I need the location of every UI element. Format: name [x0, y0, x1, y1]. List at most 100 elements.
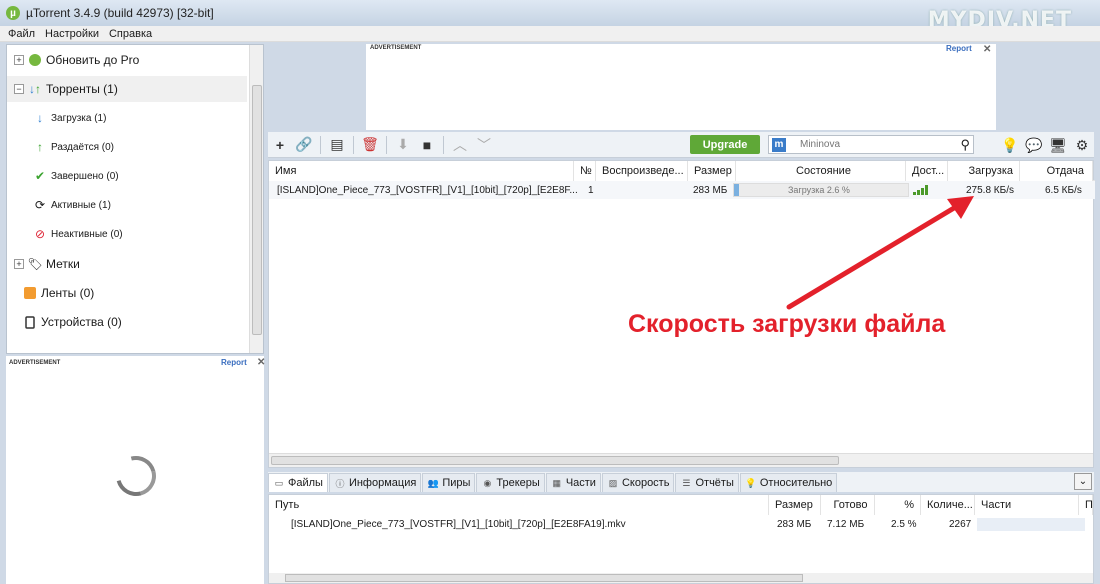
column-availability[interactable]: Дост... — [906, 161, 948, 181]
sidebar-item-torrents[interactable]: − ↓ ↑ Торренты (1) — [7, 76, 247, 102]
column-name[interactable]: Имя — [269, 161, 574, 181]
column-status[interactable]: Состояние — [736, 161, 906, 181]
peers-icon: 👥 — [427, 477, 439, 488]
chat-icon[interactable]: 💬 — [1022, 134, 1046, 156]
sidebar-item-seeding[interactable]: ↑ Раздаётся (0) — [33, 134, 273, 160]
stop-icon[interactable]: ■ — [415, 134, 439, 156]
trackers-icon: ◉ — [483, 477, 492, 488]
column-count[interactable]: Количе... — [921, 495, 975, 515]
column-upload[interactable]: Отдача — [1020, 161, 1093, 181]
tab-label: Файлы — [288, 477, 323, 489]
column-number[interactable]: № — [574, 161, 596, 181]
start-download-icon[interactable]: ⬇ — [391, 134, 415, 156]
tab-about[interactable]: 💡 Относительно — [739, 473, 838, 492]
rss-icon — [23, 286, 37, 300]
search-engine-icon[interactable]: m — [772, 137, 786, 152]
column-file-size[interactable]: Размер — [769, 495, 821, 515]
scrollbar-thumb[interactable] — [285, 574, 803, 582]
menu-settings[interactable]: Настройки — [45, 28, 99, 40]
window-title: µTorrent 3.4.9 (build 42973) [32-bit] — [26, 6, 214, 20]
torrent-list-hscrollbar[interactable] — [269, 453, 1093, 467]
ad-close-button[interactable]: ✕ — [983, 44, 991, 55]
sidebar-item-active[interactable]: ⟳ Активные (1) — [33, 192, 273, 218]
monitor-icon[interactable]: 🖥 — [1046, 134, 1070, 156]
move-up-icon[interactable]: ︿ — [448, 134, 472, 156]
tab-peers[interactable]: 👥 Пиры — [422, 473, 476, 492]
column-path[interactable]: Путь — [269, 495, 769, 515]
ad-report-link[interactable]: Report — [221, 358, 247, 367]
sidebar-item-label: Обновить до Pro — [46, 53, 140, 67]
file-done: 7.12 МБ — [827, 518, 865, 530]
menu-bar: Файл Настройки Справка — [0, 26, 1100, 42]
column-playback[interactable]: Воспроизведе... — [596, 161, 688, 181]
delete-icon[interactable]: 🗑 — [358, 134, 382, 156]
search-input[interactable] — [800, 139, 960, 150]
create-torrent-icon[interactable]: ▤ — [325, 134, 349, 156]
upgrade-button[interactable]: Upgrade — [690, 135, 760, 154]
upload-speed: 6.5 КБ/s — [1045, 184, 1082, 196]
sidebar-item-label: Раздаётся (0) — [51, 141, 114, 153]
add-link-icon[interactable]: 🔗 — [292, 134, 316, 156]
expand-icon[interactable]: + — [14, 55, 24, 65]
add-torrent-button[interactable]: + — [268, 134, 292, 156]
column-parts[interactable]: Части — [975, 495, 1079, 515]
tab-speed[interactable]: ▨ Скорость — [601, 473, 675, 492]
sidebar-item-devices[interactable]: Устройства (0) — [23, 309, 263, 335]
scrollbar-thumb[interactable] — [271, 456, 839, 465]
tab-pieces[interactable]: ▦ Части — [545, 473, 601, 492]
sidebar-item-inactive[interactable]: ⊘ Неактивные (0) — [33, 221, 273, 247]
scrollbar-thumb[interactable] — [252, 85, 262, 335]
tab-label: Скорость — [621, 477, 670, 489]
file-path: [ISLAND]One_Piece_773_[VOSTFR]_[V1]_[10b… — [291, 518, 626, 530]
tag-icon: 🏷 — [27, 257, 43, 271]
device-icon — [23, 315, 37, 329]
torrent-list-header: Имя № Воспроизведе... Размер Состояние Д… — [269, 161, 1095, 181]
sidebar-item-upgrade-pro[interactable]: + Обновить до Pro — [7, 47, 247, 73]
collapse-icon[interactable]: − — [14, 84, 24, 94]
torrent-number: 1 — [588, 184, 594, 196]
sidebar-item-label: Ленты (0) — [41, 286, 95, 300]
sidebar: + Обновить до Pro − ↓ ↑ Торренты (1) ↓ За… — [6, 44, 264, 354]
menu-file[interactable]: Файл — [8, 28, 35, 40]
sidebar-item-label: Неактивные (0) — [51, 228, 123, 240]
column-download[interactable]: Загрузка — [948, 161, 1020, 181]
column-priority[interactable]: П — [1079, 495, 1093, 515]
files-panel: Путь Размер Готово % Количе... Части П [… — [268, 494, 1094, 584]
collapse-panel-button[interactable]: ⌄ — [1074, 473, 1092, 490]
tab-logs[interactable]: ☰ Отчёты — [675, 473, 739, 492]
sidebar-item-label: Торренты (1) — [46, 82, 118, 96]
file-row[interactable]: [ISLAND]One_Piece_773_[VOSTFR]_[V1]_[10b… — [269, 515, 1093, 533]
upload-arrow-icon: ↑ — [37, 140, 43, 154]
tab-info[interactable]: ⓘ Информация — [328, 473, 422, 492]
tab-files[interactable]: ▭ Файлы — [268, 473, 328, 492]
expand-icon[interactable]: + — [14, 259, 24, 269]
download-arrow-icon: ↓ — [37, 111, 43, 125]
sidebar-item-completed[interactable]: ✔ Завершено (0) — [33, 163, 273, 189]
ad-report-link[interactable]: Report — [946, 44, 972, 53]
annotation-arrow-icon — [786, 196, 974, 310]
progress-fill — [734, 184, 739, 196]
files-hscrollbar[interactable] — [269, 573, 1093, 583]
toolbar-separator — [353, 135, 354, 154]
tab-label: Части — [565, 477, 596, 489]
top-advertisement: ADVERTISEMENT Report ✕ — [268, 44, 1094, 130]
files-header: Путь Размер Готово % Количе... Части П — [269, 495, 1093, 515]
search-icon[interactable]: ⚲ — [960, 137, 970, 153]
sidebar-item-downloading[interactable]: ↓ Загрузка (1) — [33, 105, 273, 131]
menu-help[interactable]: Справка — [109, 28, 152, 40]
ad-close-button[interactable]: ✕ — [257, 357, 265, 368]
pieces-icon: ▦ — [552, 477, 562, 488]
sidebar-item-labels[interactable]: + 🏷 Метки — [7, 251, 247, 277]
column-size[interactable]: Размер — [688, 161, 736, 181]
info-icon: ⓘ — [335, 478, 345, 489]
move-down-icon[interactable]: ﹀ — [472, 134, 496, 156]
lightbulb-icon[interactable]: 💡 — [998, 134, 1022, 156]
files-icon: ▭ — [274, 477, 284, 488]
tab-trackers[interactable]: ◉ Трекеры — [476, 473, 545, 492]
gear-icon[interactable]: ⚙ — [1070, 134, 1094, 156]
column-done[interactable]: Готово — [821, 495, 875, 515]
ad-label: ADVERTISEMENT — [9, 360, 61, 366]
sidebar-item-feeds[interactable]: Ленты (0) — [23, 280, 263, 306]
column-percent[interactable]: % — [875, 495, 921, 515]
sidebar-scrollbar[interactable] — [249, 45, 263, 353]
